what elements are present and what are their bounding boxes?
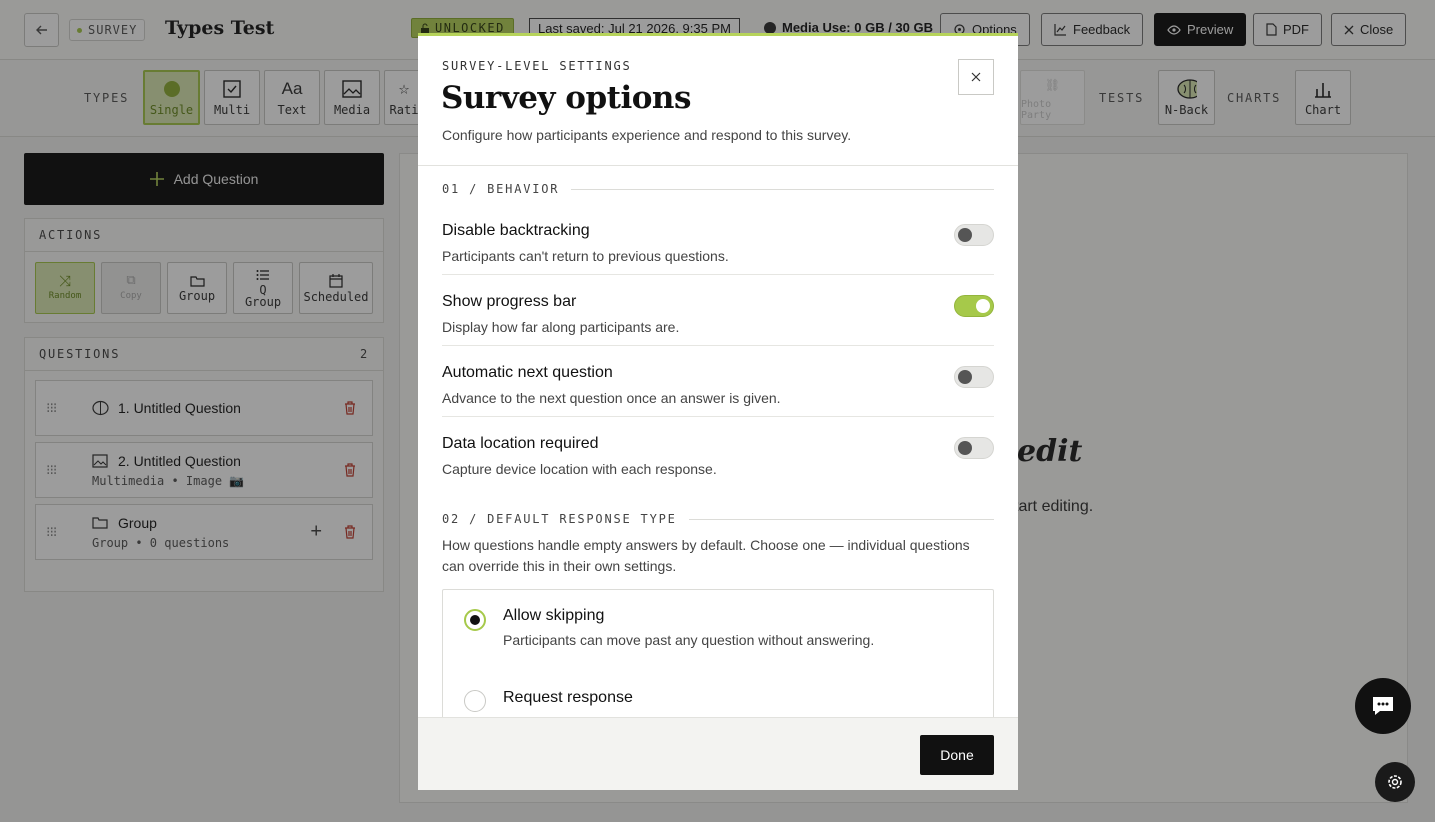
section-behavior-heading: 01 / BEHAVIOR bbox=[442, 182, 994, 196]
setting-title: Automatic next question bbox=[442, 364, 613, 381]
gear-icon bbox=[1388, 775, 1402, 789]
modal-subtitle: Configure how participants experience an… bbox=[442, 127, 852, 143]
toggle-disable-backtracking[interactable] bbox=[954, 224, 994, 246]
setting-data-location-required: Data location required Capture device lo… bbox=[442, 417, 994, 488]
radio-allow-skipping[interactable] bbox=[464, 609, 486, 631]
toggle-automatic-next-question[interactable] bbox=[954, 366, 994, 388]
chat-icon bbox=[1373, 697, 1393, 715]
option-request-response[interactable]: Request response bbox=[443, 672, 993, 717]
close-icon bbox=[971, 72, 981, 82]
setting-title: Data location required bbox=[442, 435, 599, 452]
section-behavior-label: 01 / BEHAVIOR bbox=[442, 182, 560, 196]
accent-bar bbox=[418, 33, 1018, 36]
toggle-knob bbox=[958, 370, 972, 384]
setting-title: Disable backtracking bbox=[442, 222, 590, 239]
modal-title: Survey options bbox=[441, 80, 691, 116]
toggle-knob bbox=[958, 441, 972, 455]
response-type-options: Allow skipping Participants can move pas… bbox=[442, 589, 994, 717]
modal-header: SURVEY-LEVEL SETTINGS Survey options Con… bbox=[418, 33, 1018, 166]
setting-disable-backtracking: Disable backtracking Participants can't … bbox=[442, 204, 994, 275]
done-button[interactable]: Done bbox=[920, 735, 994, 775]
setting-title: Show progress bar bbox=[442, 293, 577, 310]
modal-eyebrow: SURVEY-LEVEL SETTINGS bbox=[442, 59, 632, 73]
divider bbox=[571, 188, 994, 190]
survey-options-modal: SURVEY-LEVEL SETTINGS Survey options Con… bbox=[418, 33, 1018, 790]
section-response-heading: 02 / DEFAULT RESPONSE TYPE bbox=[442, 512, 994, 526]
chat-button[interactable] bbox=[1355, 678, 1411, 734]
divider bbox=[688, 518, 994, 520]
toggle-knob bbox=[958, 228, 972, 242]
option-title: Allow skipping bbox=[503, 607, 605, 624]
toggle-data-location-required[interactable] bbox=[954, 437, 994, 459]
toggle-knob bbox=[976, 299, 990, 313]
setting-automatic-next-question: Automatic next question Advance to the n… bbox=[442, 346, 994, 417]
option-description: Participants can move past any question … bbox=[503, 632, 875, 648]
option-title: Request response bbox=[503, 689, 633, 706]
setting-description: Capture device location with each respon… bbox=[442, 461, 717, 477]
section-response-label: 02 / DEFAULT RESPONSE TYPE bbox=[442, 512, 677, 526]
radio-request-response[interactable] bbox=[464, 690, 486, 712]
modal-close-button[interactable] bbox=[958, 59, 994, 95]
response-description: How questions handle empty answers by de… bbox=[442, 537, 970, 574]
modal-body[interactable]: 01 / BEHAVIOR Disable backtracking Parti… bbox=[442, 166, 994, 717]
setting-show-progress-bar: Show progress bar Display how far along … bbox=[442, 275, 994, 346]
setting-description: Participants can't return to previous qu… bbox=[442, 248, 729, 264]
setting-description: Advance to the next question once an ans… bbox=[442, 390, 781, 406]
option-allow-skipping[interactable]: Allow skipping Participants can move pas… bbox=[443, 590, 993, 672]
toggle-show-progress-bar[interactable] bbox=[954, 295, 994, 317]
settings-button[interactable] bbox=[1375, 762, 1415, 802]
modal-footer: Done bbox=[418, 717, 1018, 790]
setting-description: Display how far along participants are. bbox=[442, 319, 680, 335]
